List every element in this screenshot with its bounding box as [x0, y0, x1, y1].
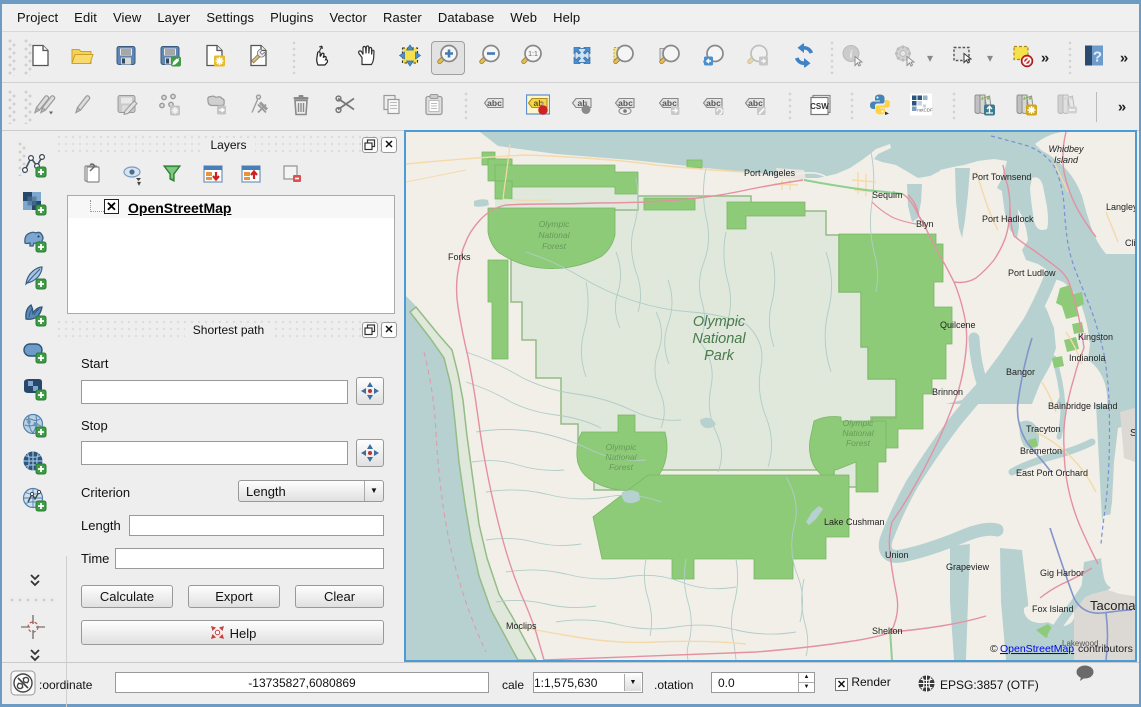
svg-text:Bangor: Bangor — [1006, 367, 1035, 377]
svg-text:National: National — [538, 230, 570, 240]
svg-text:Lake Cushman: Lake Cushman — [824, 517, 885, 527]
svg-text:Union: Union — [885, 550, 909, 560]
svg-text:Olympic: Olympic — [693, 314, 746, 330]
svg-text:Gig Harbor: Gig Harbor — [1040, 568, 1084, 578]
svg-text:Blyn: Blyn — [916, 219, 934, 229]
svg-text:©: © — [990, 643, 998, 655]
svg-text:National: National — [842, 428, 874, 438]
svg-text:abc: abc — [706, 98, 721, 108]
svg-text:Port Angeles: Port Angeles — [744, 168, 796, 178]
svg-text:East Port Orchard: East Port Orchard — [1016, 468, 1088, 478]
svg-text:Tracyton: Tracyton — [1026, 424, 1061, 434]
svg-text:Sequim: Sequim — [872, 190, 903, 200]
svg-text:Forks: Forks — [448, 252, 471, 262]
svg-text:S: S — [1130, 428, 1135, 439]
svg-text:netCDF: netCDF — [917, 108, 933, 113]
svg-text:Whidbey: Whidbey — [1048, 144, 1084, 154]
svg-text:abc: abc — [487, 98, 502, 108]
svg-text:abc: abc — [662, 98, 677, 108]
svg-text:Indianola: Indianola — [1069, 353, 1106, 363]
svg-text:Olympic: Olympic — [843, 418, 874, 428]
svg-text:Olympic: Olympic — [606, 442, 637, 452]
svg-text:National: National — [692, 331, 746, 347]
svg-text:Bainbridge Island: Bainbridge Island — [1048, 401, 1118, 411]
svg-text:Shelton: Shelton — [872, 626, 903, 636]
svg-text:Bremerton: Bremerton — [1020, 446, 1062, 456]
svg-text:contributors: contributors — [1078, 643, 1133, 655]
svg-text:1:1: 1:1 — [528, 51, 538, 58]
svg-text:Moclips: Moclips — [506, 621, 537, 631]
svg-text:Tacoma: Tacoma — [1090, 598, 1135, 613]
svg-text:Olympic: Olympic — [539, 219, 570, 229]
svg-text:abc: abc — [748, 98, 763, 108]
svg-text:OpenStreetMap: OpenStreetMap — [1000, 643, 1074, 655]
svg-text:Forest: Forest — [846, 438, 871, 448]
svg-text:Forest: Forest — [609, 462, 634, 472]
svg-text:CSW: CSW — [810, 102, 829, 111]
svg-text:Fox Island: Fox Island — [1032, 604, 1074, 614]
svg-text:Brinnon: Brinnon — [932, 387, 963, 397]
svg-text:Port Townsend: Port Townsend — [972, 172, 1031, 182]
svg-text:Port Hadlock: Port Hadlock — [982, 214, 1034, 224]
svg-text:?: ? — [1093, 48, 1102, 65]
svg-text:Langley: Langley — [1106, 202, 1135, 212]
svg-text:abc: abc — [618, 98, 633, 108]
svg-text:National: National — [605, 452, 637, 462]
svg-text:Kingston: Kingston — [1078, 332, 1113, 342]
svg-text:Grapeview: Grapeview — [946, 562, 990, 572]
svg-text:Quilcene: Quilcene — [940, 320, 976, 330]
svg-text:Clin: Clin — [1125, 238, 1135, 248]
svg-text:Port Ludlow: Port Ludlow — [1008, 268, 1056, 278]
svg-text:Forest: Forest — [542, 241, 567, 251]
svg-text:Park: Park — [704, 348, 735, 364]
svg-text:Island: Island — [1054, 155, 1079, 165]
